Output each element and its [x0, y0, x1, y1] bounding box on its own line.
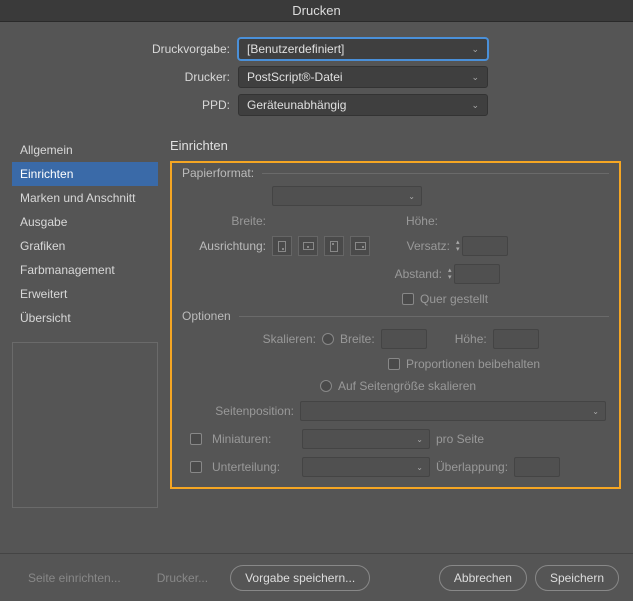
ppd-dropdown[interactable]: Geräteunabhängig ⌄: [238, 94, 488, 116]
sidebar-item-einrichten[interactable]: Einrichten: [12, 162, 158, 186]
chevron-down-icon: ⌄: [416, 463, 423, 472]
printer-label: Drucker:: [20, 70, 238, 84]
window-title: Drucken: [0, 0, 633, 22]
height-label: Höhe:: [378, 214, 438, 228]
sidebar-item-uebersicht[interactable]: Übersicht: [12, 306, 158, 330]
highlight-area: Papierformat: ⌄ Breite: Höhe: Ausrichtun…: [170, 161, 621, 489]
panel-title: Einrichten: [170, 138, 621, 153]
constrain-checkbox[interactable]: [388, 358, 400, 370]
overlap-input[interactable]: [514, 457, 560, 477]
page-position-dropdown[interactable]: ⌄: [300, 401, 606, 421]
sidebar-item-ausgabe[interactable]: Ausgabe: [12, 210, 158, 234]
save-preset-button[interactable]: Vorgabe speichern...: [230, 565, 370, 591]
printer-dropdown[interactable]: PostScript®-Datei ⌄: [238, 66, 488, 88]
preset-label: Druckvorgabe:: [20, 42, 238, 56]
constrain-label: Proportionen beibehalten: [406, 357, 540, 371]
save-button[interactable]: Speichern: [535, 565, 619, 591]
opt-width-label: Breite:: [340, 332, 375, 346]
chevron-down-icon: ⌄: [416, 435, 423, 444]
options-legend: Optionen: [182, 309, 239, 323]
stepper-arrows-icon[interactable]: ▴▾: [448, 267, 452, 281]
chevron-down-icon: ⌄: [471, 44, 479, 55]
orientation-portrait-button[interactable]: [272, 236, 292, 256]
sidebar-item-allgemein[interactable]: Allgemein: [12, 138, 158, 162]
fit-to-page-radio[interactable]: [320, 380, 332, 392]
page-setup-button: Seite einrichten...: [14, 565, 135, 591]
overlap-label: Überlappung:: [436, 460, 508, 474]
cancel-button[interactable]: Abbrechen: [439, 565, 527, 591]
page-position-label: Seitenposition:: [182, 404, 294, 418]
tile-checkbox[interactable]: [190, 461, 202, 473]
chevron-down-icon: ⌄: [592, 407, 599, 416]
ppd-label: PPD:: [20, 98, 238, 112]
printer-button: Drucker...: [143, 565, 222, 591]
thumbnails-dropdown[interactable]: ⌄: [302, 429, 430, 449]
printer-value: PostScript®-Datei: [247, 70, 343, 84]
sidebar: Allgemein Einrichten Marken und Anschnit…: [12, 138, 158, 330]
page-preview: [12, 342, 158, 508]
offset-stepper[interactable]: ▴▾: [456, 236, 508, 256]
opt-width-input[interactable]: [381, 329, 427, 349]
orientation-rev-portrait-button[interactable]: [324, 236, 344, 256]
sidebar-item-erweitert[interactable]: Erweitert: [12, 282, 158, 306]
fit-to-page-label: Auf Seitengröße skalieren: [338, 379, 476, 393]
transverse-checkbox[interactable]: [402, 293, 414, 305]
tile-dropdown[interactable]: ⌄: [302, 457, 430, 477]
per-page-label: pro Seite: [436, 432, 484, 446]
paper-format-label: Papierformat:: [182, 166, 262, 180]
thumbnails-checkbox[interactable]: [190, 433, 202, 445]
thumbnails-label: Miniaturen:: [208, 432, 296, 446]
preset-dropdown[interactable]: [Benutzerdefiniert] ⌄: [238, 38, 488, 60]
chevron-down-icon: ⌄: [408, 192, 415, 201]
gap-stepper[interactable]: ▴▾: [448, 264, 500, 284]
opt-height-label: Höhe:: [455, 332, 487, 346]
transverse-label: Quer gestellt: [420, 292, 488, 306]
preset-value: [Benutzerdefiniert]: [247, 42, 344, 56]
orientation-rev-landscape-button[interactable]: [350, 236, 370, 256]
ppd-value: Geräteunabhängig: [247, 98, 346, 112]
chevron-down-icon: ⌄: [471, 72, 479, 83]
orientation-landscape-button[interactable]: [298, 236, 318, 256]
opt-height-input[interactable]: [493, 329, 539, 349]
orientation-label: Ausrichtung:: [182, 239, 266, 253]
width-label: Breite:: [182, 214, 266, 228]
stepper-arrows-icon[interactable]: ▴▾: [456, 239, 460, 253]
gap-label: Abstand:: [388, 267, 442, 281]
chevron-down-icon: ⌄: [471, 100, 479, 111]
tile-label: Unterteilung:: [208, 460, 296, 474]
offset-label: Versatz:: [396, 239, 450, 253]
sidebar-item-marken[interactable]: Marken und Anschnitt: [12, 186, 158, 210]
sidebar-item-grafiken[interactable]: Grafiken: [12, 234, 158, 258]
paper-format-dropdown[interactable]: ⌄: [272, 186, 422, 206]
scale-label: Skalieren:: [252, 332, 316, 346]
sidebar-item-farbmanagement[interactable]: Farbmanagement: [12, 258, 158, 282]
scale-radio[interactable]: [322, 333, 334, 345]
